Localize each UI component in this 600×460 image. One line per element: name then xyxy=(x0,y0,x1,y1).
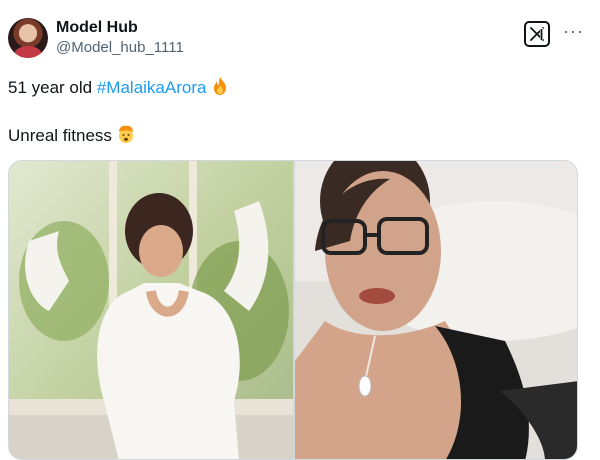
photo-left-image xyxy=(9,161,293,459)
exploding-head-emoji xyxy=(116,124,136,150)
avatar[interactable] xyxy=(8,18,48,58)
x-logo-icon[interactable] xyxy=(524,21,550,47)
handle[interactable]: @Model_hub_1111 xyxy=(56,38,184,58)
photo-left[interactable] xyxy=(9,161,293,459)
tweet-line-1: 51 year old #MalaikaArora xyxy=(8,76,230,98)
photo-right[interactable] xyxy=(295,161,577,459)
author-info[interactable]: Model Hub @Model_hub_1111 xyxy=(56,19,184,58)
display-name[interactable]: Model Hub xyxy=(56,19,184,37)
tweet-line-2: Unreal fitness xyxy=(8,124,230,146)
hashtag-link[interactable]: #MalaikaArora xyxy=(97,78,207,97)
media-grid xyxy=(8,160,578,460)
tweet-text-prefix: 51 year old xyxy=(8,78,97,97)
fire-emoji xyxy=(210,76,230,102)
more-options-icon[interactable]: ··· xyxy=(563,22,584,40)
tweet-text: 51 year old #MalaikaArora Unreal fitness xyxy=(8,76,230,146)
tweet-text-line2: Unreal fitness xyxy=(8,126,112,145)
avatar-shirt xyxy=(14,46,42,58)
tweet-header: Model Hub @Model_hub_1111 ··· xyxy=(8,18,592,66)
photo-right-image xyxy=(295,161,577,459)
